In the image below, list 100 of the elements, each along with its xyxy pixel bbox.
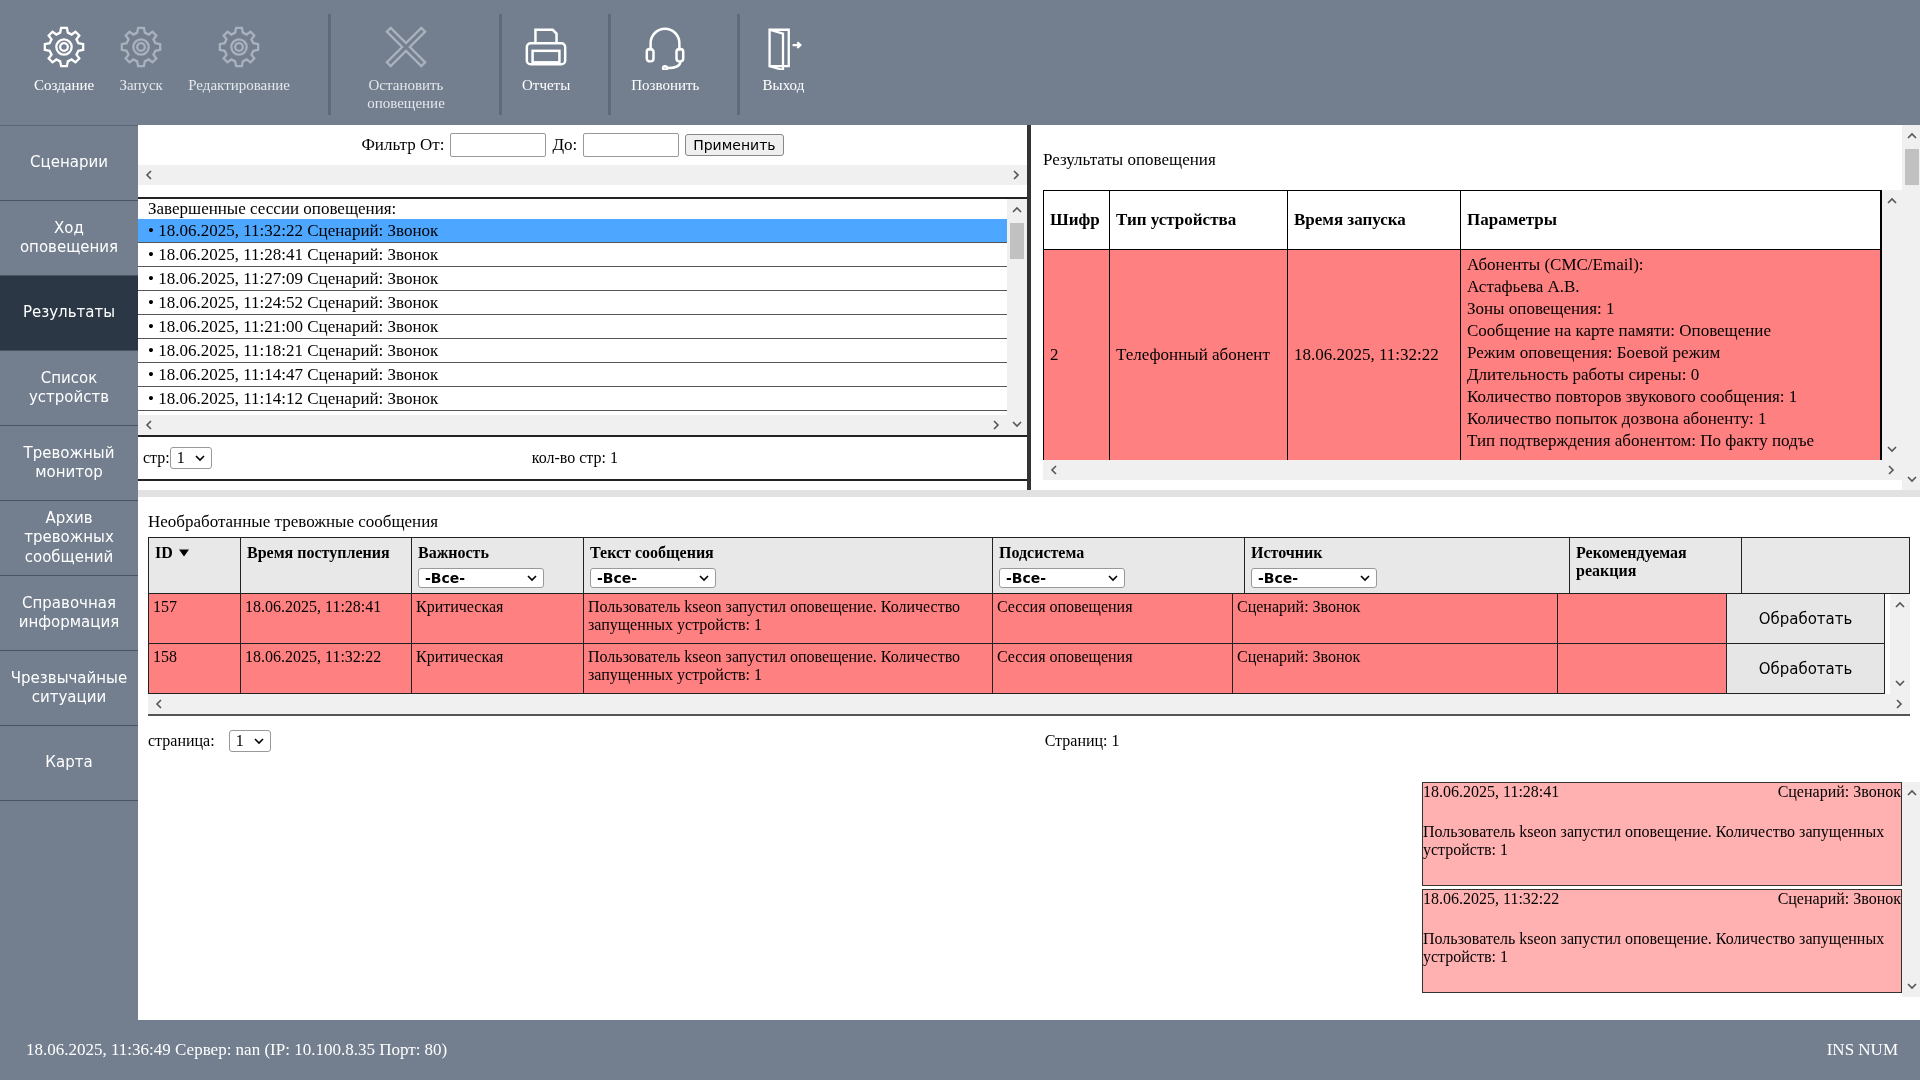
dropdown[interactable]: -Все- <box>418 568 544 589</box>
dropdown[interactable]: -Все- <box>1251 568 1377 589</box>
scroll-left-icon <box>154 699 164 709</box>
header-label: Важность <box>418 544 489 563</box>
header-label: Текст сообщения <box>590 544 714 563</box>
column-header: Рекомендуемая реакция <box>1570 537 1742 594</box>
filter-to-label: До: <box>552 135 578 155</box>
date-field[interactable] <box>583 133 680 157</box>
page-count: кол-во стр: 1 <box>531 449 618 467</box>
page-total: Страниц: 1 <box>1044 732 1120 750</box>
notification-text: Пользователь kseon запустил оповещение. Количество запущенных устройств: 1 <box>1423 930 1886 966</box>
scroll-down-icon <box>1907 474 1917 484</box>
session-item[interactable]: • 18.06.2025, 11:14:47 Сценарий: Звонок <box>138 363 1007 387</box>
session-item[interactable]: • 18.06.2025, 11:32:22 Сценарий: Звонок <box>138 219 1007 243</box>
filter-from-label: Фильтр От: <box>361 135 445 155</box>
caret-icon <box>1108 573 1118 584</box>
scroll-up-icon <box>1907 131 1917 141</box>
scroll-left-icon <box>1049 465 1059 475</box>
scrollbar-thumb[interactable] <box>1010 223 1024 259</box>
dropdown[interactable]: 1 <box>169 447 212 469</box>
table-cell: Критическая <box>412 594 584 644</box>
sidebar-item[interactable]: Результаты <box>0 276 138 351</box>
session-item[interactable]: • 18.06.2025, 11:27:09 Сценарий: Звонок <box>138 267 1007 291</box>
scroll-up-icon <box>1887 196 1897 206</box>
header-label: Источник <box>1251 544 1323 563</box>
header-label: Подсистема <box>999 544 1085 563</box>
caret-icon <box>194 453 205 463</box>
table-cell: 2 <box>1044 250 1110 460</box>
caret-icon <box>527 573 537 584</box>
parameter-line: Сообщение на карте памяти: Оповещение <box>1467 320 1771 342</box>
status-text: 18.06.2025, 11:36:49 Сервер: nan (IP: 10.100.8.35 Порт: 80) <box>26 1040 448 1060</box>
table-cell: 18.06.2025, 11:32:22 <box>1288 250 1461 460</box>
process-button[interactable]: Обработать <box>1727 644 1885 694</box>
vertical-scrollbar[interactable] <box>1902 125 1920 490</box>
table-cell: Пользователь kseon запустил оповещение. Количество запущенных устройств: 1 <box>584 594 993 644</box>
session-item[interactable]: • 18.06.2025, 11:24:52 Сценарий: Звонок <box>138 291 1007 315</box>
table-cell: Сессия оповещения <box>993 644 1233 694</box>
scroll-right-icon <box>1011 170 1021 180</box>
session-item[interactable]: • 18.06.2025, 11:14:12 Сценарий: Звонок <box>138 387 1007 411</box>
notification-time: 18.06.2025, 11:32:22 <box>1423 890 1560 909</box>
table-cell: 18.06.2025, 11:28:41 <box>241 594 412 644</box>
notification-time: 18.06.2025, 11:28:41 <box>1423 783 1560 802</box>
table-cell: Критическая <box>412 644 584 694</box>
keyboard-status: INS NUM <box>1826 1040 1898 1060</box>
column-header: Время поступления <box>241 537 412 594</box>
horizontal-scrollbar[interactable] <box>138 165 1027 185</box>
table-cell: 157 <box>148 594 241 644</box>
list-title: Завершенные сессии оповещения: <box>147 199 398 219</box>
header-label: ID <box>155 544 173 563</box>
horizontal-scrollbar[interactable] <box>148 694 1910 716</box>
parameter-line: Астафьева А.В. <box>1467 276 1580 298</box>
scroll-up-icon <box>1895 600 1905 610</box>
toolbar-button[interactable]: Отчеты <box>510 14 583 94</box>
table-cell: 158 <box>148 644 241 694</box>
cross-icon <box>383 24 429 70</box>
session-item[interactable]: • 18.06.2025, 11:18:21 Сценарий: Звонок <box>138 339 1007 363</box>
apply-button[interactable]: Применить <box>685 134 784 156</box>
dropdown[interactable]: -Все- <box>590 568 716 589</box>
scroll-down-icon <box>1895 678 1905 688</box>
horizontal-scrollbar[interactable] <box>1043 460 1902 480</box>
caret-icon <box>699 573 709 584</box>
parameter-line: Количество попыток дозвона абоненту: 1 <box>1467 408 1767 430</box>
parameter-line: Количество повторов звукового сообщения: 1 <box>1467 386 1798 408</box>
session-item[interactable]: • 18.06.2025, 11:21:00 Сценарий: Звонок <box>138 315 1007 339</box>
parameter-line: Длительность работы сирены: 0 <box>1467 364 1700 386</box>
dropdown[interactable]: 1 <box>228 730 271 752</box>
scroll-right-icon <box>991 420 1001 430</box>
table-cell: 18.06.2025, 11:32:22 <box>241 644 412 694</box>
parameter-line: Режим оповещения: Боевой режим <box>1467 342 1721 364</box>
section-title: Результаты оповещения <box>1043 149 1217 171</box>
vertical-scrollbar[interactable] <box>1902 782 1920 997</box>
table-cell: Сценарий: Звонок <box>1233 644 1558 694</box>
parameter-line: Абоненты (СМС/Email): <box>1467 254 1644 276</box>
date-field[interactable] <box>450 133 547 157</box>
process-button[interactable]: Обработать <box>1727 594 1885 644</box>
section-title: Необработанные тревожные сообщения <box>148 511 440 533</box>
scroll-left-icon <box>144 170 154 180</box>
table-cell: Пользователь kseon запустил оповещение. Количество запущенных устройств: 1 <box>584 644 993 694</box>
scroll-up-icon <box>1907 788 1917 798</box>
table-cell: Сессия оповещения <box>993 594 1233 644</box>
session-item[interactable]: • 18.06.2025, 11:28:41 Сценарий: Звонок <box>138 243 1007 267</box>
dropdown[interactable]: -Все- <box>999 568 1125 589</box>
toolbar-button[interactable]: Создание <box>22 14 107 94</box>
scroll-down-icon <box>1907 981 1917 991</box>
scroll-down-icon <box>1887 444 1897 454</box>
toolbar-button[interactable]: Позвонить <box>619 14 712 94</box>
caret-icon <box>253 736 264 746</box>
scroll-right-icon <box>1886 465 1896 475</box>
scrollbar-thumb[interactable] <box>1905 149 1919 185</box>
notification-scenario: Сценарий: Звонок <box>1777 890 1901 910</box>
vertical-scrollbar[interactable] <box>1890 594 1910 694</box>
table-cell: Сценарий: Звонок <box>1233 594 1558 644</box>
horizontal-scrollbar[interactable] <box>138 415 1007 435</box>
toolbar-button[interactable]: Выход <box>748 14 819 94</box>
scroll-down-icon <box>1012 419 1022 429</box>
vertical-scrollbar[interactable] <box>1007 199 1027 435</box>
notification-text: Пользователь kseon запустил оповещение. Количество запущенных устройств: 1 <box>1423 823 1886 859</box>
page-label: страница: <box>148 732 215 750</box>
page-label: стр: <box>143 449 170 467</box>
caret-icon <box>1360 573 1370 584</box>
